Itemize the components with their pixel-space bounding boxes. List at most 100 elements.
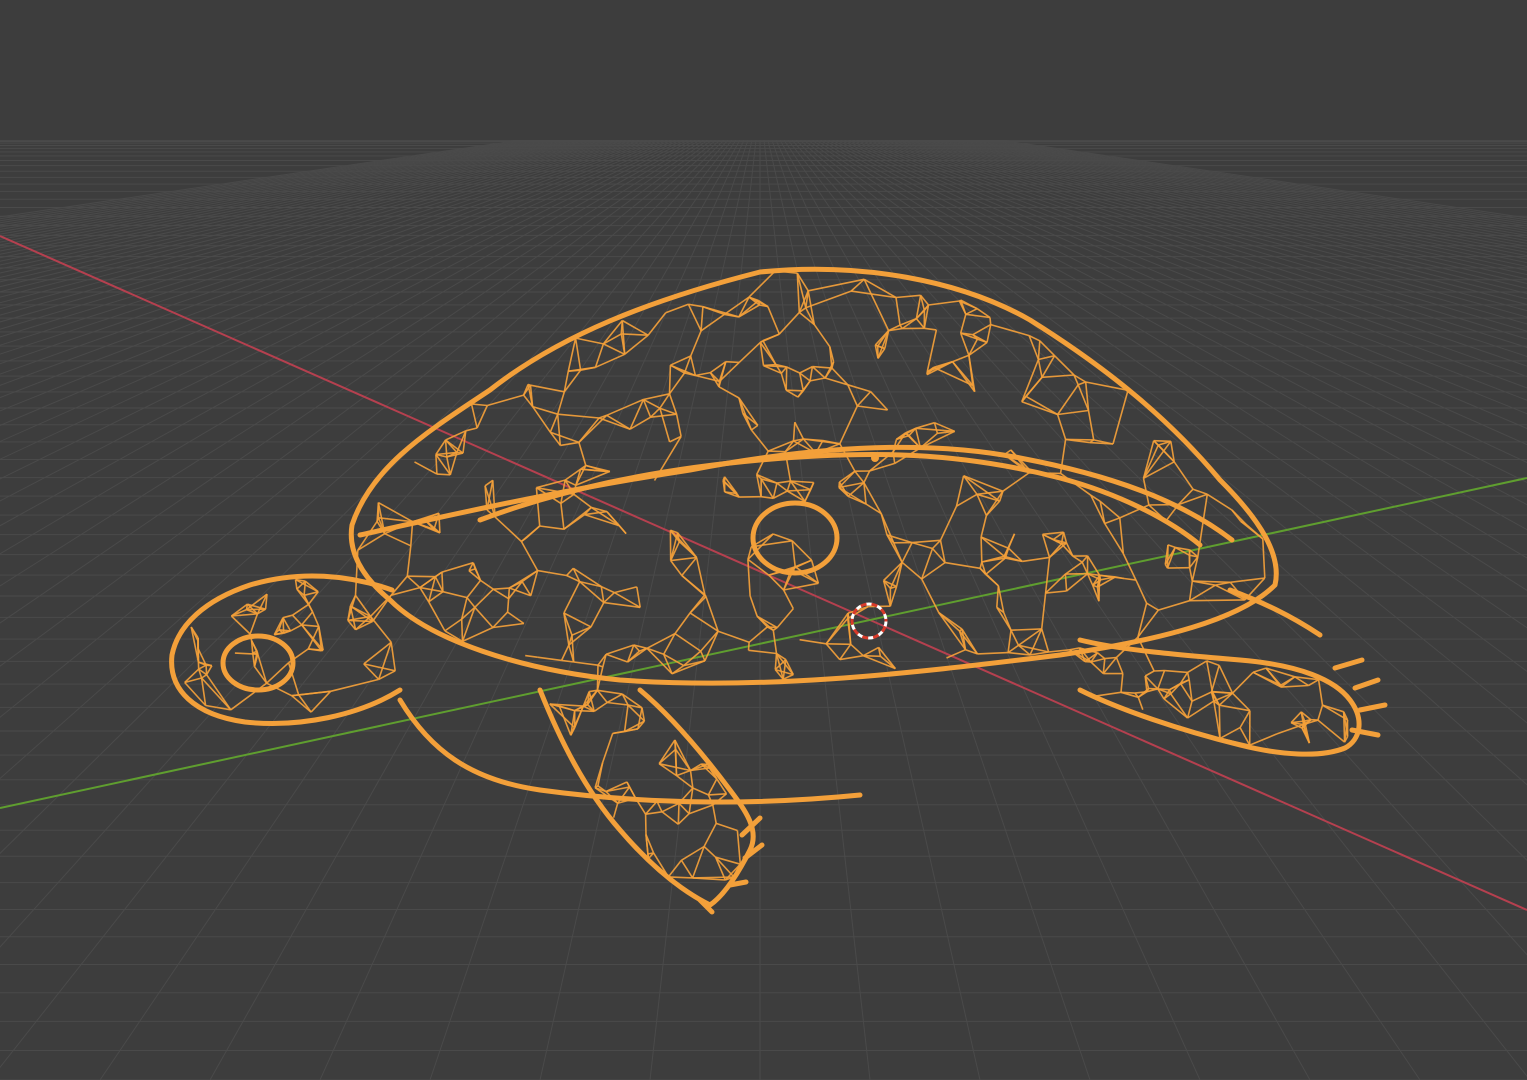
object-origin-icon[interactable] <box>871 454 879 462</box>
mesh-edge <box>406 575 421 589</box>
grid-line <box>991 140 1527 223</box>
mesh-edge <box>915 318 925 329</box>
eye <box>220 633 296 693</box>
mesh-edge <box>566 567 574 577</box>
grid-line <box>871 140 1527 348</box>
mesh-edge <box>718 386 740 399</box>
mesh-edge <box>946 648 966 659</box>
mesh-edge <box>700 306 704 331</box>
mesh-edge <box>676 769 691 777</box>
mesh-edge <box>915 421 935 430</box>
grid-line <box>855 140 1527 389</box>
mesh-edge <box>863 654 881 658</box>
mesh-edge <box>198 664 207 670</box>
grid-line <box>891 140 1527 312</box>
turtle-wireframe-mesh[interactable] <box>169 266 1388 915</box>
mesh-edge <box>680 845 705 861</box>
mesh-edge <box>573 661 599 666</box>
mesh-edge <box>700 630 719 652</box>
mesh-edge <box>680 859 694 879</box>
mesh-edge <box>603 343 626 356</box>
mesh-edge <box>912 539 941 544</box>
mesh-edge <box>1173 461 1194 490</box>
mesh-edge <box>839 654 864 661</box>
mesh-edge <box>257 653 268 684</box>
mesh-edge <box>803 438 823 442</box>
mesh-edge <box>985 490 1004 516</box>
mesh-edge <box>980 536 983 563</box>
mesh-edge <box>786 480 792 492</box>
mesh-edge <box>438 513 441 533</box>
mesh-edge <box>1188 580 1194 601</box>
grid-line <box>0 140 729 948</box>
grid-line <box>0 140 657 365</box>
grid-line <box>0 140 537 226</box>
mesh-edge <box>621 319 649 336</box>
mesh-edge <box>291 614 303 626</box>
mesh-edge <box>675 414 682 437</box>
mesh-edge <box>1056 384 1079 415</box>
3d-viewport[interactable] <box>0 0 1527 1080</box>
mesh-edge <box>776 480 791 484</box>
grid-line <box>0 140 709 624</box>
mesh-edge <box>802 380 811 392</box>
mesh-edge <box>1262 538 1266 579</box>
mesh-edge <box>537 656 562 662</box>
grid-line <box>0 140 533 224</box>
mesh-edge <box>1189 599 1245 602</box>
mesh-edge <box>661 811 679 825</box>
mesh-edge <box>575 337 604 345</box>
mesh-edge <box>1281 684 1309 688</box>
mesh-edge <box>1090 661 1104 675</box>
mesh-edge <box>574 337 582 371</box>
mesh-edge <box>590 506 620 527</box>
mesh-edge <box>1239 710 1251 729</box>
mesh-edge <box>601 733 614 763</box>
mesh-edge <box>825 643 841 661</box>
mesh-edge <box>809 377 826 382</box>
mesh-edge <box>1120 673 1124 693</box>
viewport-canvas[interactable] <box>0 0 1527 1080</box>
mesh-edge <box>1167 544 1176 549</box>
mesh-edge <box>725 360 740 364</box>
mesh-edge <box>1045 573 1066 594</box>
mesh-edge <box>290 624 303 632</box>
mesh-edge <box>980 536 1005 557</box>
mesh-edge <box>605 653 628 663</box>
mesh-edge <box>825 617 849 645</box>
mesh-edge <box>708 793 727 796</box>
mesh-edge <box>750 424 759 431</box>
grid-line <box>0 140 621 298</box>
mesh-edge <box>778 311 800 335</box>
mesh-edge <box>723 476 738 494</box>
mesh-edge <box>668 393 678 415</box>
mesh-edge <box>1153 439 1171 443</box>
mesh-edge <box>466 579 482 599</box>
mesh-edge <box>785 366 788 391</box>
mesh-edge <box>681 556 698 577</box>
mesh-edge <box>230 615 251 635</box>
mesh-edge <box>1061 542 1067 545</box>
mesh-edge <box>676 532 698 558</box>
mesh-edge <box>776 608 794 629</box>
mesh-edge <box>901 561 923 580</box>
mesh-edge <box>1230 577 1265 584</box>
mesh-edge <box>703 823 717 847</box>
x-axis-line <box>0 235 1527 911</box>
mesh-edge <box>705 596 719 632</box>
mesh-edge <box>668 876 693 879</box>
mesh-edge <box>809 366 814 382</box>
mesh-edge <box>520 541 539 571</box>
grid-line <box>649 140 757 1080</box>
grid-line <box>983 140 1527 227</box>
grid-line <box>209 140 741 1080</box>
mesh-edge <box>787 488 811 492</box>
mesh-edge <box>926 329 938 373</box>
mesh-edge <box>407 575 436 578</box>
mesh-edge <box>1057 409 1089 416</box>
mesh-edge <box>1081 561 1089 575</box>
mesh-edge <box>201 674 208 679</box>
mesh-edge <box>670 560 683 576</box>
mesh-edge <box>689 330 702 357</box>
mesh-edge <box>1158 599 1190 611</box>
